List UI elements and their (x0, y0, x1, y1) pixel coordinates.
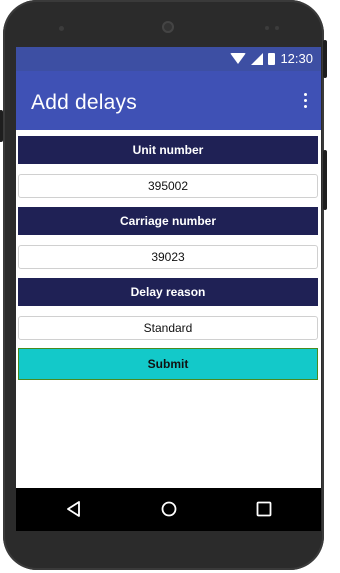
front-camera (162, 21, 174, 33)
unit-number-label: Unit number (18, 136, 318, 164)
carriage-number-field[interactable]: 39023 (18, 245, 318, 269)
app-bar: Add delays (16, 71, 321, 130)
side-button (323, 150, 327, 210)
recents-icon[interactable] (254, 499, 274, 519)
back-icon[interactable] (64, 499, 84, 519)
carriage-number-label: Carriage number (18, 207, 318, 235)
form-content: Unit number 395002 Carriage number 39023… (16, 130, 321, 488)
overflow-dot (304, 93, 307, 96)
sensor-dot (59, 26, 64, 31)
power-button (0, 110, 3, 142)
app-title: Add delays (31, 91, 137, 114)
delay-reason-field[interactable]: Standard (18, 316, 318, 340)
sensor-dot-right-2 (275, 26, 279, 30)
status-time: 12:30 (280, 51, 313, 66)
phone-frame: 12:30 Add delays Unit number 395002 Carr… (0, 0, 327, 570)
home-icon[interactable] (159, 499, 179, 519)
signal-icon (251, 52, 264, 65)
sensor-dot-right (265, 26, 269, 30)
overflow-dot (304, 105, 307, 108)
volume-button (323, 40, 327, 78)
overflow-menu-icon[interactable] (304, 93, 307, 108)
wifi-icon (230, 53, 247, 64)
unit-number-field[interactable]: 395002 (18, 174, 318, 198)
stage: 12:30 Add delays Unit number 395002 Carr… (0, 0, 340, 573)
status-bar: 12:30 (16, 47, 321, 71)
status-icons: 12:30 (230, 51, 313, 66)
battery-icon (268, 52, 276, 65)
submit-button[interactable]: Submit (18, 348, 318, 380)
screen: 12:30 Add delays Unit number 395002 Carr… (16, 47, 321, 531)
nav-bar (16, 488, 321, 531)
delay-reason-label: Delay reason (18, 278, 318, 306)
overflow-dot (304, 99, 307, 102)
